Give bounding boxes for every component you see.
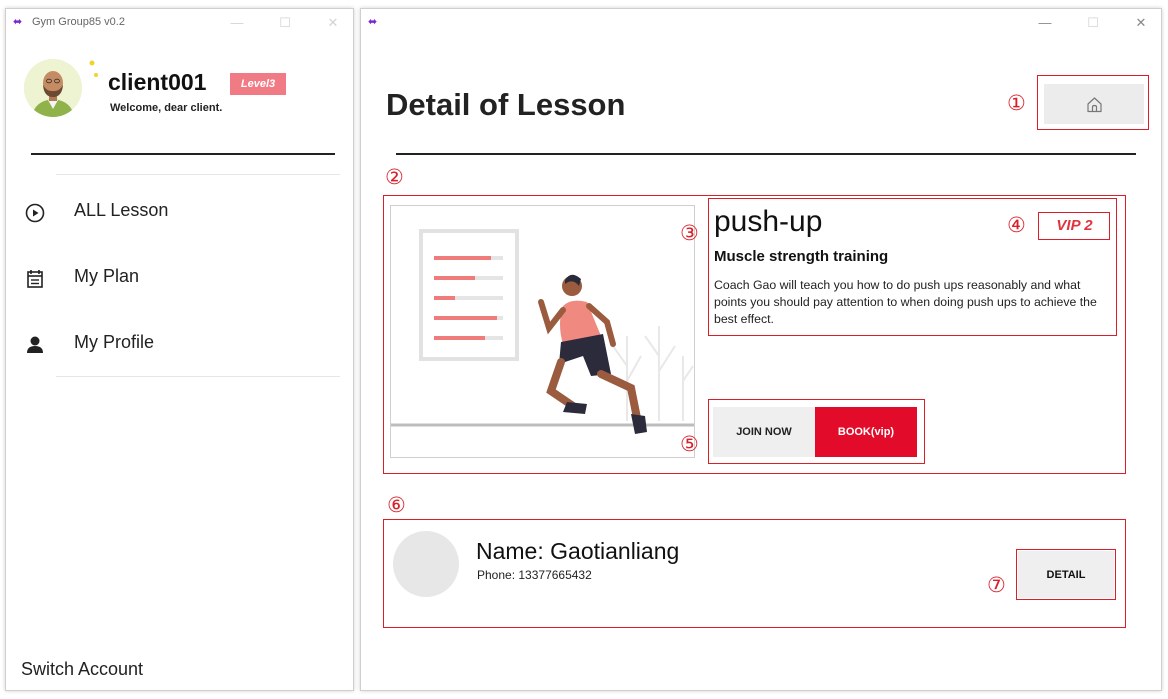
runner-illustration-icon bbox=[391, 229, 694, 434]
nav-top-divider bbox=[56, 174, 340, 175]
coach-avatar bbox=[393, 531, 459, 597]
annotation-4: ④ bbox=[1007, 213, 1026, 237]
coach-phone: Phone: 13377665432 bbox=[477, 568, 592, 582]
lesson-name: push-up bbox=[714, 205, 823, 238]
home-button[interactable] bbox=[1044, 84, 1144, 124]
minimize-button[interactable]: — bbox=[1029, 11, 1061, 35]
close-button[interactable]: ✕ bbox=[317, 11, 349, 35]
nav-label-my-plan: My Plan bbox=[74, 266, 140, 286]
vip-badge: VIP 2 bbox=[1040, 214, 1109, 239]
lesson-illustration bbox=[390, 205, 695, 458]
nav-label-all-lesson: ALL Lesson bbox=[74, 200, 169, 220]
play-circle-icon bbox=[25, 203, 45, 223]
lesson-subtitle: Muscle strength training bbox=[714, 248, 889, 265]
maximize-button[interactable]: ☐ bbox=[1077, 11, 1109, 35]
lesson-description: Coach Gao will teach you how to do push … bbox=[714, 278, 1097, 326]
nav-item-all-lesson[interactable]: ALL Lesson bbox=[24, 191, 334, 231]
lesson-detail-window: ⬌ — ☐ ✕ Detail of Lesson ① ② ③ push-up ④… bbox=[360, 8, 1162, 691]
user-avatar bbox=[24, 59, 82, 117]
nav-item-my-plan[interactable]: My Plan bbox=[24, 257, 334, 297]
window-title: Gym Group85 v0.2 bbox=[32, 16, 125, 28]
header-divider bbox=[31, 153, 335, 155]
page-title: Detail of Lesson bbox=[386, 87, 626, 122]
level-badge: Level3 bbox=[230, 73, 286, 95]
annotation-7: ⑦ bbox=[987, 573, 1006, 597]
app-logo-icon: ⬌ bbox=[368, 16, 377, 28]
left-title-bar: ⬌ Gym Group85 v0.2 — ☐ ✕ bbox=[6, 9, 353, 39]
right-title-bar: ⬌ — ☐ ✕ bbox=[361, 9, 1161, 39]
coach-name: Name: Gaotianliang bbox=[476, 538, 680, 564]
avatar-sparkle-icon bbox=[89, 60, 98, 77]
close-button[interactable]: ✕ bbox=[1125, 11, 1157, 35]
minimize-button[interactable]: — bbox=[221, 11, 253, 35]
nav-label-my-profile: My Profile bbox=[74, 332, 155, 352]
annotation-5: ⑤ bbox=[680, 432, 699, 456]
annotation-3: ③ bbox=[680, 221, 699, 245]
sidebar-window: ⬌ Gym Group85 v0.2 — ☐ ✕ client001 Level… bbox=[5, 8, 354, 691]
switch-account-link[interactable]: Switch Account bbox=[21, 659, 143, 680]
annotation-6: ⑥ bbox=[387, 493, 406, 517]
username: client001 bbox=[108, 69, 207, 95]
welcome-text: Welcome, dear client. bbox=[110, 102, 223, 114]
nav-item-my-profile[interactable]: My Profile bbox=[24, 323, 334, 363]
nav-bottom-divider bbox=[56, 376, 340, 377]
title-divider bbox=[396, 153, 1136, 155]
person-icon bbox=[27, 336, 43, 353]
book-vip-button[interactable]: BOOK(vip) bbox=[815, 407, 917, 457]
annotation-2: ② bbox=[385, 165, 404, 189]
detail-button[interactable]: DETAIL bbox=[1018, 551, 1114, 598]
app-logo-icon: ⬌ bbox=[13, 16, 22, 28]
annotation-1: ① bbox=[1007, 91, 1026, 115]
calendar-icon bbox=[27, 270, 43, 288]
avatar-portrait-icon bbox=[24, 59, 82, 117]
home-icon bbox=[1087, 97, 1102, 113]
maximize-button[interactable]: ☐ bbox=[269, 11, 301, 35]
join-now-button[interactable]: JOIN NOW bbox=[713, 407, 815, 457]
